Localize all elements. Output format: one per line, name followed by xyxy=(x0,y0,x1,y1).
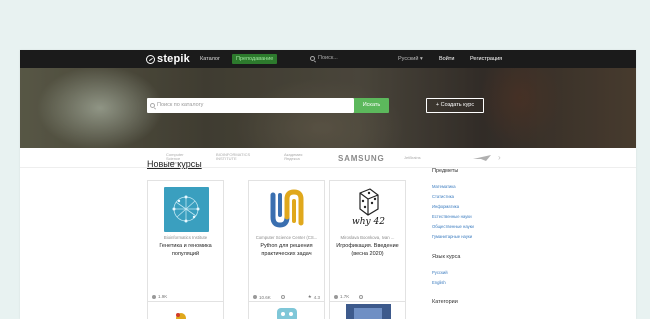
partners-next-arrow[interactable]: › xyxy=(498,153,501,162)
stepik-logo[interactable]: stepik xyxy=(146,53,190,65)
image-caption-text: why 42 xyxy=(352,217,385,227)
nav-teaching[interactable]: Преподавание xyxy=(232,54,278,64)
star-icon: ★ xyxy=(307,294,312,299)
course-card[interactable]: why 42 Miroslava Boonkova, Ivan ... Игро… xyxy=(329,180,406,310)
sidebar-language-link[interactable]: English xyxy=(432,280,446,285)
learners-count: 10.6K xyxy=(259,294,271,300)
course-image-gamification: why 42 xyxy=(346,187,391,232)
learners-icon xyxy=(253,295,257,299)
search-button[interactable]: Искать xyxy=(354,98,389,113)
python-logo-icon xyxy=(270,189,304,228)
course-card[interactable]: Computer Science Center (CS... Python дл… xyxy=(248,180,325,310)
chevron-down-icon: ▾ xyxy=(419,56,423,62)
sidebar-subject-link[interactable]: Естественные науки xyxy=(432,214,472,219)
language-label: Русский xyxy=(398,56,419,62)
sidebar-subject-link[interactable]: Общественные науки xyxy=(432,224,474,229)
course-card[interactable]: Bioinformatics Institute Генетика и гено… xyxy=(147,180,224,310)
course-rating: 4.3 xyxy=(313,294,320,300)
register-link[interactable]: Регистрация xyxy=(470,56,502,62)
learners-count: 1.7K xyxy=(340,294,350,299)
nav-catalog[interactable]: Каталог xyxy=(200,56,220,62)
create-course-label: Создать курс xyxy=(440,102,475,108)
course-stats: 1.7K xyxy=(334,294,401,299)
course-stats: 10.6K ★ 4.3 xyxy=(253,294,320,300)
course-author[interactable]: Computer Science Center (CS... xyxy=(249,235,324,240)
clock-icon xyxy=(280,295,285,299)
learners-icon xyxy=(152,294,156,299)
search-icon xyxy=(150,103,155,108)
course-author[interactable]: Bioinformatics Institute xyxy=(148,235,223,240)
partner-samsung-logo[interactable]: SAMSUNG xyxy=(338,154,385,163)
dna-icon xyxy=(172,195,200,223)
course-stats: 1.9K xyxy=(152,294,219,299)
top-navbar: stepik Каталог Преподавание Поиск... Рус… xyxy=(20,50,636,68)
course-title[interactable]: Python для решения практических задач xyxy=(252,243,321,258)
course-image-caption: why 42 xyxy=(346,217,391,227)
subjects-heading: Предметы xyxy=(432,168,459,174)
stepik-logo-icon xyxy=(146,54,155,64)
course-author[interactable]: Miroslava Boonkova, Ivan ... xyxy=(330,235,405,240)
sidebar-subject-link[interactable]: Математика xyxy=(432,184,456,189)
course-image-genetics xyxy=(164,187,209,232)
nav-search-placeholder: Поиск... xyxy=(318,55,338,61)
course-language-heading: Язык курса xyxy=(432,254,461,260)
course-title[interactable]: Игрофикация. Введение (весна 2020) xyxy=(333,243,402,258)
create-course-button[interactable]: + Создать курс xyxy=(426,98,484,113)
course-card[interactable] xyxy=(329,301,406,319)
logo-text: stepik xyxy=(157,53,190,65)
partner-bioinformatics-logo[interactable]: BIOINFORMATICS INSTITUTE xyxy=(216,153,264,161)
course-card[interactable] xyxy=(248,301,325,319)
catalog-search-placeholder: Поиск по каталогу xyxy=(157,102,204,108)
catalog-search-input[interactable]: Поиск по каталогу xyxy=(147,98,354,113)
sidebar-subject-link[interactable]: Статистика xyxy=(432,194,454,199)
partner-plane-logo[interactable] xyxy=(472,153,492,163)
new-courses-heading[interactable]: Новые курсы xyxy=(147,159,202,169)
sidebar-language-link[interactable]: Русский xyxy=(432,270,448,275)
course-card[interactable] xyxy=(147,301,224,319)
sidebar-subject-link[interactable]: Информатика xyxy=(432,204,459,209)
login-link[interactable]: Войти xyxy=(439,56,454,62)
course-image-partial xyxy=(176,313,186,319)
partner-jetbrains-logo[interactable]: JetBrains xyxy=(404,156,440,160)
clock-icon xyxy=(359,294,364,299)
course-image-python xyxy=(265,187,310,232)
course-image-partial xyxy=(277,308,297,319)
search-icon xyxy=(310,55,315,61)
language-selector[interactable]: Русский ▾ xyxy=(398,56,423,62)
learners-count: 1.9K xyxy=(158,294,168,299)
course-title[interactable]: Генетика и геномика популяций xyxy=(151,243,220,258)
hero-banner: Поиск по каталогу Искать + Создать курс xyxy=(20,68,636,148)
categories-heading: Категории xyxy=(432,299,458,305)
nav-search[interactable]: Поиск... xyxy=(310,55,338,61)
course-image-partial xyxy=(346,304,391,319)
sidebar-subject-link[interactable]: Гуманитарные науки xyxy=(432,234,472,239)
partner-yandex-logo[interactable]: Академия Яндекса xyxy=(284,153,314,161)
learners-icon xyxy=(334,294,338,299)
partners-strip: Computer Science Center BIOINFORMATICS I… xyxy=(20,148,636,168)
browser-page: stepik Каталог Преподавание Поиск... Рус… xyxy=(20,50,636,319)
